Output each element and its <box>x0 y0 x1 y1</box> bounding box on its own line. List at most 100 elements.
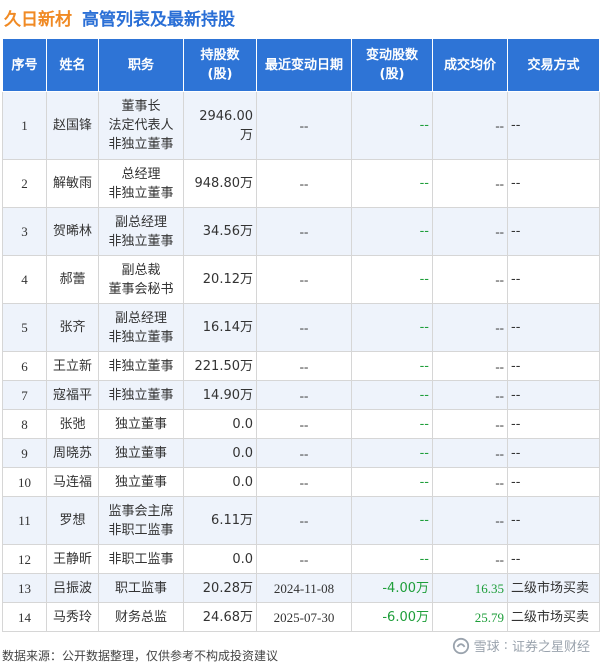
position-line: 副总经理 <box>114 214 167 230</box>
position-line: 非职工监事 <box>108 551 174 567</box>
cell-trade-method: -- <box>507 467 600 497</box>
table-row: 4 郝蕾 副总裁 董事会秘书 20.12万 -- -- -- -- <box>2 255 600 304</box>
table-row: 13 吕振波 职工监事 20.28万 2024-11-08 -4.00万 16.35 二级市场… <box>2 573 600 603</box>
column-header: 最近变动日期 <box>256 38 352 92</box>
cell-index: 11 <box>2 496 47 545</box>
cell-name: 马秀玲 <box>46 602 99 632</box>
cell-index: 6 <box>2 351 47 381</box>
position-line: 职工监事 <box>114 580 167 596</box>
cell-trade-method: -- <box>507 159 600 208</box>
column-header: 序号 <box>2 38 47 92</box>
position-line: 独立董事 <box>114 474 167 490</box>
cell-change-date: -- <box>256 467 352 497</box>
cell-shares: 0.0 <box>183 544 257 574</box>
cell-position: 总经理 非独立董事 <box>98 159 184 208</box>
position-line: 法定代表人 <box>108 118 174 133</box>
brand-logo: 雪球 : 证券之星财经 <box>452 636 590 655</box>
column-header: 职务 <box>98 38 184 92</box>
cell-avg-price: 16.35 <box>432 573 508 603</box>
cell-index: 12 <box>2 544 47 574</box>
cell-change-date: -- <box>256 409 352 439</box>
cell-position: 非独立董事 <box>98 351 184 381</box>
cell-trade-method: -- <box>507 438 600 468</box>
cell-change-date: -- <box>256 303 352 352</box>
cell-index: 10 <box>2 467 47 497</box>
column-header: 变动股数 (股) <box>351 38 433 92</box>
table-row: 11 罗想 监事会主席 非职工监事 6.11万 -- -- -- -- <box>2 496 600 545</box>
cell-change-shares: -- <box>351 467 433 497</box>
cell-position: 董事长 法定代表人 非独立董事 <box>98 91 184 160</box>
cell-shares: 6.11万 <box>183 496 257 545</box>
cell-trade-method: -- <box>507 544 600 574</box>
cell-shares: 0.0 <box>183 409 257 439</box>
cell-name: 贺晞林 <box>46 207 99 256</box>
cell-name: 解敏雨 <box>46 159 99 208</box>
cell-position: 非职工监事 <box>98 544 184 574</box>
cell-avg-price: -- <box>432 91 508 160</box>
table-row: 6 王立新 非独立董事 221.50万 -- -- -- -- <box>2 351 600 381</box>
position-line: 非独立董事 <box>108 387 174 403</box>
cell-position: 非独立董事 <box>98 380 184 410</box>
position-line: 财务总监 <box>114 609 167 625</box>
cell-change-shares: -- <box>351 409 433 439</box>
cell-change-date: -- <box>256 438 352 468</box>
cell-position: 副总经理 非独立董事 <box>98 303 184 352</box>
column-header: 成交均价 <box>432 38 508 92</box>
cell-avg-price: -- <box>432 255 508 304</box>
cell-change-shares: -- <box>351 351 433 381</box>
table-row: 2 解敏雨 总经理 非独立董事 948.80万 -- -- -- -- <box>2 159 600 208</box>
cell-index: 5 <box>2 303 47 352</box>
cell-name: 寇福平 <box>46 380 99 410</box>
cell-name: 吕振波 <box>46 573 99 603</box>
cell-change-date: 2024-11-08 <box>256 573 352 603</box>
cell-shares: 948.80万 <box>183 159 257 208</box>
company-name: 久日新材 <box>4 9 72 30</box>
cell-shares: 20.12万 <box>183 255 257 304</box>
cell-avg-price: -- <box>432 544 508 574</box>
cell-avg-price: -- <box>432 159 508 208</box>
cell-change-date: -- <box>256 544 352 574</box>
cell-avg-price: -- <box>432 380 508 410</box>
position-line: 非独立董事 <box>108 329 174 345</box>
cell-avg-price: -- <box>432 207 508 256</box>
column-header: 姓名 <box>46 38 99 92</box>
cell-change-shares: -- <box>351 544 433 574</box>
cell-position: 独立董事 <box>98 409 184 439</box>
cell-avg-price: -- <box>432 351 508 381</box>
executive-table: 序号 姓名 职务 持股数 (股) 最近变动日期 变动股数 (股) 成交均价 交易方式 1 赵国锋… <box>2 38 600 632</box>
cell-position: 副总裁 董事会秘书 <box>98 255 184 304</box>
cell-index: 13 <box>2 573 47 603</box>
cell-trade-method: -- <box>507 91 600 160</box>
cell-trade-method: -- <box>507 303 600 352</box>
brand-name-2: 证券之星财经 <box>511 640 590 655</box>
cell-name: 张齐 <box>46 303 99 352</box>
cell-avg-price: -- <box>432 496 508 545</box>
cell-shares: 20.28万 <box>183 573 257 603</box>
cell-index: 4 <box>2 255 47 304</box>
column-header: 交易方式 <box>507 38 600 92</box>
cell-shares: 0.0 <box>183 467 257 497</box>
table-row: 14 马秀玲 财务总监 24.68万 2025-07-30 -6.00万 25.79 二级市场… <box>2 602 600 632</box>
cell-change-shares: -- <box>351 303 433 352</box>
position-line: 副总裁 <box>121 262 161 278</box>
cell-change-shares: -- <box>351 207 433 256</box>
cell-name: 郝蕾 <box>46 255 99 304</box>
cell-change-date: -- <box>256 380 352 410</box>
cell-change-shares: -- <box>351 380 433 410</box>
cell-change-shares: -4.00万 <box>351 573 433 603</box>
cell-index: 9 <box>2 438 47 468</box>
cell-index: 2 <box>2 159 47 208</box>
table-body: 1 赵国锋 董事长 法定代表人 非独立董事 2946.00万 -- -- -- -- 2 解敏雨 总经理… <box>2 91 600 632</box>
cell-change-shares: -- <box>351 255 433 304</box>
brand-name-1: 雪球 <box>473 640 500 655</box>
table-row: 9 周晓苏 独立董事 0.0 -- -- -- -- <box>2 438 600 468</box>
cell-change-shares: -- <box>351 438 433 468</box>
cell-change-shares: -- <box>351 496 433 545</box>
table-row: 5 张齐 副总经理 非独立董事 16.14万 -- -- -- -- <box>2 303 600 352</box>
table-row: 3 贺晞林 副总经理 非独立董事 34.56万 -- -- -- -- <box>2 207 600 256</box>
cell-change-date: -- <box>256 207 352 256</box>
cell-name: 周晓苏 <box>46 438 99 468</box>
position-line: 非职工监事 <box>108 522 174 538</box>
position-line: 董事会秘书 <box>108 281 174 297</box>
column-header: 持股数 (股) <box>183 38 257 92</box>
